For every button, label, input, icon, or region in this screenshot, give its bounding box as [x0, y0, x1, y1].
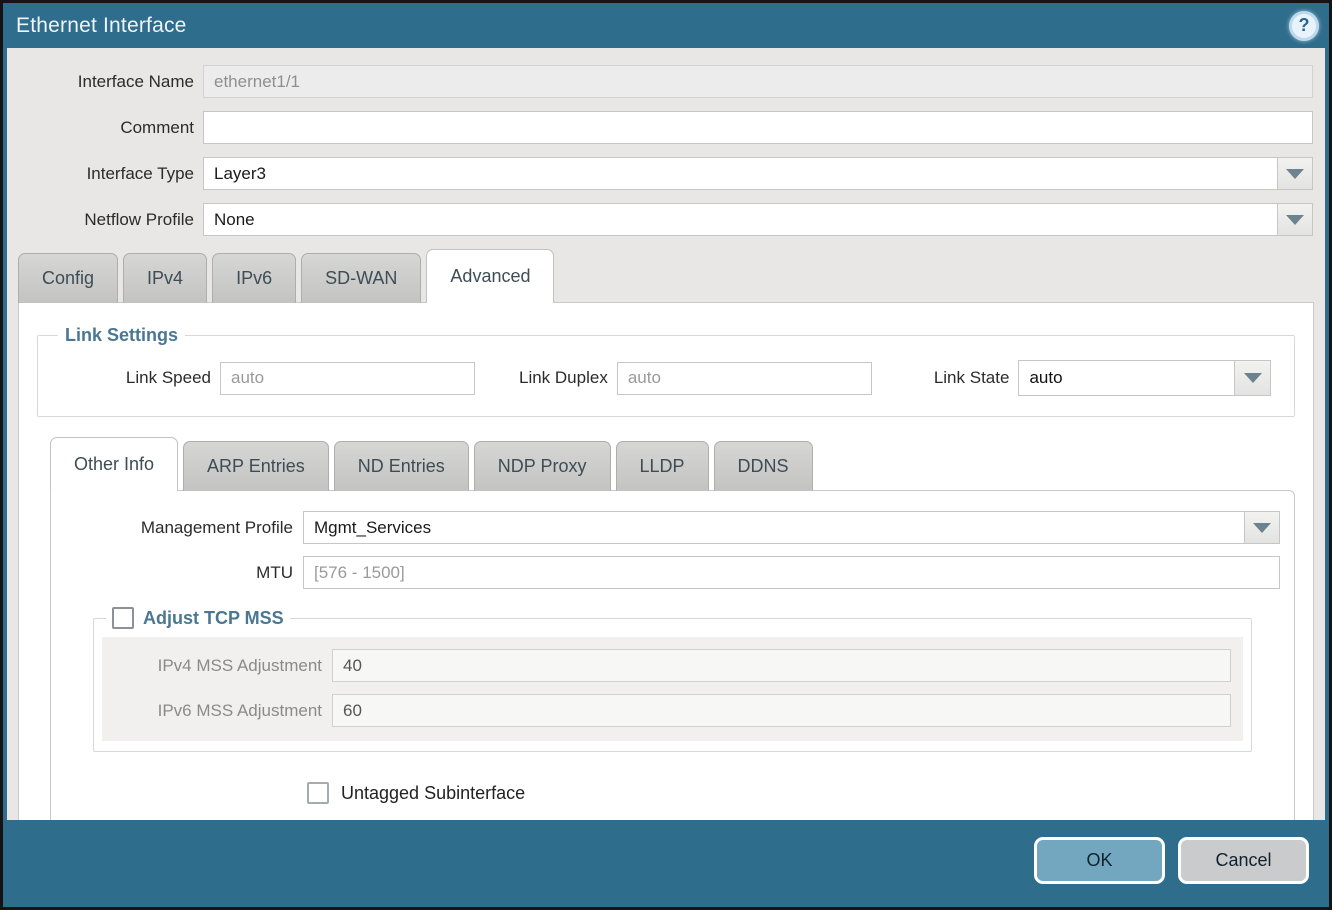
- tab-ndp-proxy[interactable]: NDP Proxy: [474, 441, 611, 491]
- ipv6-mss-field: [332, 694, 1231, 727]
- ipv4-mss-label: IPv4 MSS Adjustment: [114, 656, 332, 676]
- tab-ipv6[interactable]: IPv6: [212, 253, 296, 303]
- tab-lldp[interactable]: LLDP: [616, 441, 709, 491]
- interface-type-dropdown-button[interactable]: [1278, 157, 1313, 190]
- untagged-subinterface-row: Untagged Subinterface: [307, 782, 1280, 804]
- link-state-select[interactable]: auto: [1018, 360, 1271, 396]
- link-speed-label: Link Speed: [48, 368, 220, 388]
- ipv4-mss-field: [332, 649, 1231, 682]
- ipv6-mss-row: IPv6 MSS Adjustment: [114, 694, 1231, 727]
- adjust-tcp-mss-label: Adjust TCP MSS: [143, 608, 284, 629]
- link-speed-field[interactable]: [220, 362, 475, 395]
- interface-type-field[interactable]: [203, 157, 1278, 190]
- tab-other-info[interactable]: Other Info: [50, 437, 178, 491]
- adjust-tcp-mss-legend: Adjust TCP MSS: [106, 607, 290, 629]
- dialog-titlebar: Ethernet Interface ?: [3, 3, 1329, 48]
- management-profile-row: Management Profile: [63, 511, 1280, 544]
- link-state-label: Link State: [934, 368, 1019, 388]
- link-duplex-field[interactable]: [617, 362, 872, 395]
- tab-advanced[interactable]: Advanced: [426, 249, 554, 303]
- advanced-tab-panel: Link Settings Link Speed Link Duplex Lin…: [18, 302, 1314, 820]
- tab-nd-entries[interactable]: ND Entries: [334, 441, 469, 491]
- other-info-panel: Management Profile MTU: [50, 490, 1295, 820]
- ipv6-mss-label: IPv6 MSS Adjustment: [114, 701, 332, 721]
- ok-button[interactable]: OK: [1034, 837, 1165, 884]
- mtu-field[interactable]: [303, 556, 1280, 589]
- link-settings-fieldset: Link Settings Link Speed Link Duplex Lin…: [37, 325, 1295, 417]
- chevron-down-icon: [1244, 373, 1262, 383]
- netflow-profile-label: Netflow Profile: [7, 210, 203, 230]
- main-tabstrip: Config IPv4 IPv6 SD-WAN Advanced: [18, 249, 1325, 303]
- chevron-down-icon: [1286, 169, 1304, 179]
- adjust-tcp-mss-fieldset: Adjust TCP MSS IPv4 MSS Adjustment IPv6 …: [93, 607, 1252, 752]
- interface-name-row: Interface Name: [7, 65, 1313, 98]
- comment-label: Comment: [7, 118, 203, 138]
- interface-type-label: Interface Type: [7, 164, 203, 184]
- link-duplex-label: Link Duplex: [519, 368, 617, 388]
- link-settings-row: Link Speed Link Duplex Link State auto: [48, 360, 1284, 396]
- dialog-footer: OK Cancel: [3, 820, 1329, 907]
- interface-type-row: Interface Type: [7, 157, 1313, 190]
- tab-arp-entries[interactable]: ARP Entries: [183, 441, 329, 491]
- mtu-label: MTU: [63, 563, 303, 583]
- mss-adjustment-box: IPv4 MSS Adjustment IPv6 MSS Adjustment: [102, 637, 1243, 741]
- comment-field[interactable]: [203, 111, 1313, 144]
- tab-config[interactable]: Config: [18, 253, 118, 303]
- dialog-title: Ethernet Interface: [16, 14, 1289, 38]
- tab-ddns[interactable]: DDNS: [714, 441, 813, 491]
- dialog-content: Interface Name Comment Interface Type Ne…: [7, 48, 1325, 820]
- netflow-profile-dropdown-button[interactable]: [1278, 203, 1313, 236]
- tab-ipv4[interactable]: IPv4: [123, 253, 207, 303]
- chevron-down-icon: [1253, 523, 1271, 533]
- ethernet-interface-dialog: Ethernet Interface ? Interface Name Comm…: [0, 0, 1332, 910]
- management-profile-dropdown-button[interactable]: [1245, 511, 1280, 544]
- netflow-profile-field[interactable]: [203, 203, 1278, 236]
- cancel-button[interactable]: Cancel: [1178, 837, 1309, 884]
- management-profile-field[interactable]: [303, 511, 1245, 544]
- inner-tabstrip: Other Info ARP Entries ND Entries NDP Pr…: [50, 437, 1297, 491]
- interface-name-field: [203, 65, 1313, 98]
- interface-name-label: Interface Name: [7, 72, 203, 92]
- mtu-row: MTU: [63, 556, 1280, 589]
- ipv4-mss-row: IPv4 MSS Adjustment: [114, 649, 1231, 682]
- untagged-subinterface-label: Untagged Subinterface: [341, 783, 525, 804]
- comment-row: Comment: [7, 111, 1313, 144]
- netflow-profile-row: Netflow Profile: [7, 203, 1313, 236]
- management-profile-label: Management Profile: [63, 518, 303, 538]
- link-settings-legend: Link Settings: [58, 325, 185, 346]
- tab-sd-wan[interactable]: SD-WAN: [301, 253, 421, 303]
- adjust-tcp-mss-checkbox[interactable]: [112, 607, 134, 629]
- link-state-value: auto: [1019, 361, 1234, 395]
- link-state-dropdown-button[interactable]: [1234, 361, 1270, 395]
- chevron-down-icon: [1286, 215, 1304, 225]
- help-icon[interactable]: ?: [1289, 11, 1319, 41]
- untagged-subinterface-checkbox[interactable]: [307, 782, 329, 804]
